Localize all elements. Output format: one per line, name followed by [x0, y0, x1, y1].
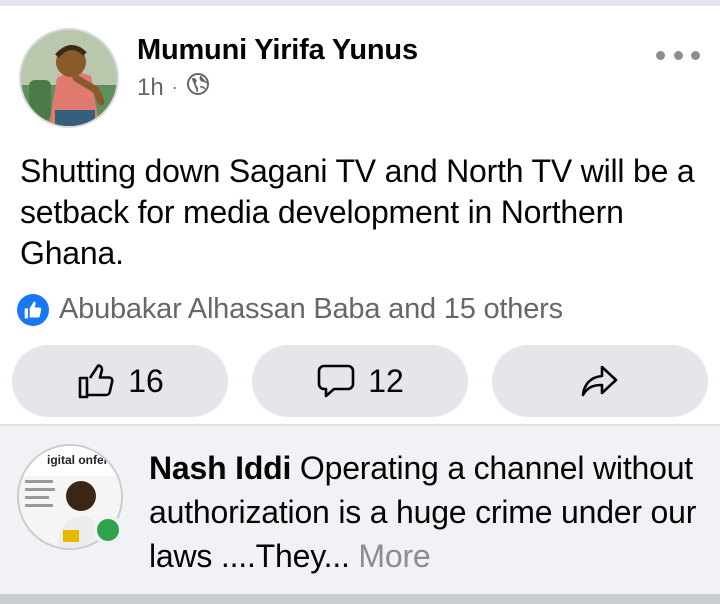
feed-post: Mumuni Yirifa Yunus 1h · Shutting down S… — [0, 6, 720, 424]
comment-body: Nash Iddi Operating a channel without au… — [149, 446, 709, 578]
thumbs-up-icon — [78, 364, 114, 399]
like-count: 16 — [128, 362, 164, 399]
share-button[interactable] — [492, 345, 708, 417]
feed-divider-bottom — [0, 594, 720, 604]
meta-separator: · — [171, 77, 178, 97]
post-timestamp[interactable]: 1h — [137, 74, 164, 102]
comment-count: 12 — [368, 362, 404, 399]
post-meta: 1h · — [137, 72, 210, 103]
share-arrow-icon — [581, 365, 618, 397]
reactions-summary[interactable]: Abubakar Alhassan Baba and 15 others — [17, 293, 563, 326]
post-options-icon[interactable] — [656, 40, 700, 70]
reactions-text: Abubakar Alhassan Baba and 15 others — [59, 293, 563, 325]
post-author-name[interactable]: Mumuni Yirifa Yunus — [137, 34, 418, 67]
online-status-indicator — [93, 515, 123, 545]
author-avatar[interactable] — [19, 28, 119, 128]
avatar-illustration — [21, 30, 117, 126]
like-reaction-icon — [17, 293, 49, 326]
globe-icon[interactable] — [186, 72, 210, 103]
commenter-name[interactable]: Nash Iddi — [149, 450, 291, 486]
avatar-banner-text: igital onference — [47, 453, 123, 467]
like-button[interactable]: 16 — [12, 345, 228, 417]
comment-bubble-icon — [317, 364, 355, 398]
post-body: Shutting down Sagani TV and North TV wil… — [20, 153, 695, 271]
see-more-link[interactable]: More — [350, 538, 430, 574]
comment-button[interactable]: 12 — [252, 345, 468, 417]
comment-preview[interactable]: igital onference Nash Iddi Operating a c… — [0, 424, 720, 596]
